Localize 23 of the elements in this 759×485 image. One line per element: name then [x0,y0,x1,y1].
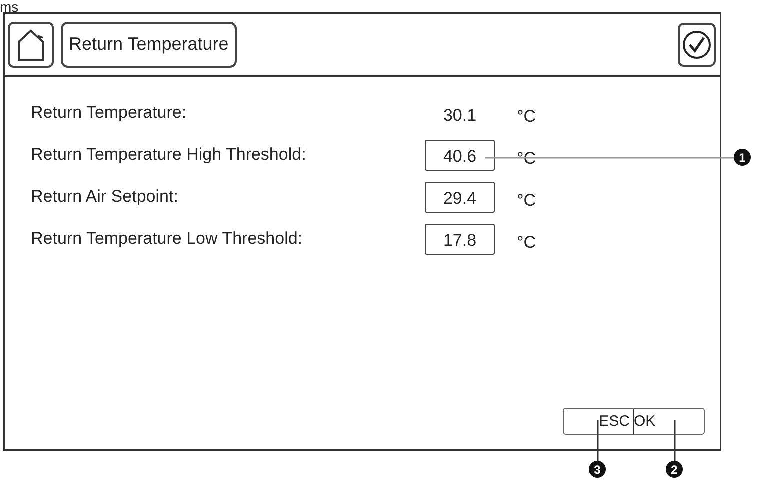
setting-label: Return Temperature High Threshold: [31,145,308,165]
caption-text: ms [0,0,19,15]
setting-label: Return Temperature: [31,103,188,123]
unit-label: °C [517,233,536,253]
callout-marker: 2 [666,461,683,478]
screen-title-button[interactable]: Return Temperature [61,22,237,68]
value-field[interactable]: 29.4 [425,182,495,212]
unit-label: °C [517,191,536,211]
value-field[interactable]: 40.6 [425,140,495,170]
home-button[interactable] [8,22,54,68]
setting-label: Return Temperature Low Threshold: [31,229,304,249]
callout-marker: 3 [589,461,606,478]
confirm-button[interactable] [678,22,716,66]
value-field[interactable]: 17.8 [425,224,495,254]
home-icon [16,28,46,62]
reading-value: 30.1 [442,105,478,127]
unit-label: °C [517,107,536,127]
soft-key[interactable]: ESC [564,409,634,434]
callout-marker: 1 [734,149,751,166]
unit-label: °C [517,149,536,169]
setting-label: Return Air Setpoint: [31,187,180,207]
soft-key[interactable]: OK [634,409,704,434]
check-circle-icon [682,30,712,60]
